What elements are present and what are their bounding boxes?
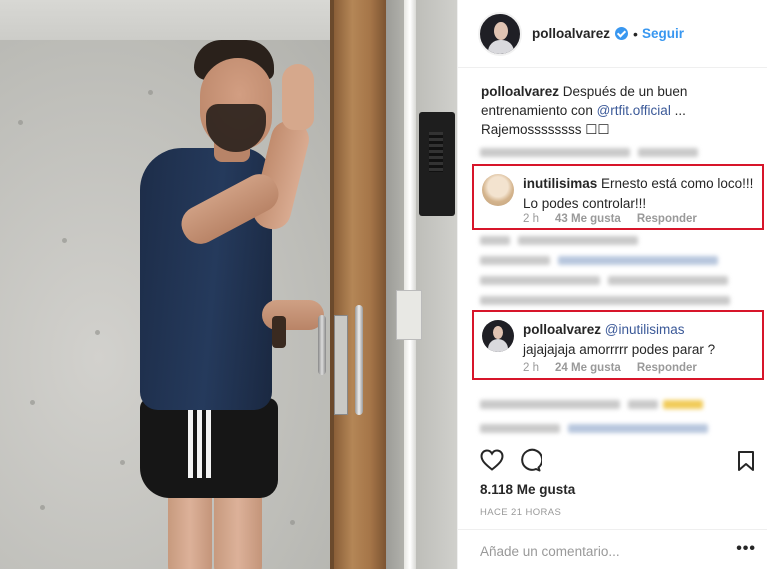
post-timestamp[interactable]: HACE 21 HORAS [480,507,561,518]
post-caption: polloalvarez Después de un buen entrenam… [481,82,756,139]
blurred-comment [663,400,703,409]
reply-button[interactable]: Responder [637,362,697,374]
photo-right-wall [386,0,457,569]
photo-person [0,0,340,569]
more-options-icon[interactable]: ••• [736,540,756,558]
reply-avatar-body [488,339,508,352]
reply-body: jajajajaja amorrrrr podes parar ? [523,342,716,357]
comment-bubble-icon[interactable] [518,448,544,477]
photo-intercom [419,112,455,216]
reply-avatar[interactable] [482,320,514,352]
caption-mention[interactable]: @rtfit.official [597,103,671,118]
reply-username[interactable]: polloalvarez [523,322,601,337]
caption-username[interactable]: polloalvarez [481,84,559,99]
photo-door [334,0,386,569]
reply-age: 2 h [523,362,539,374]
highlighted-reply: polloalvarez @inutilisimas jajajajaja am… [472,310,764,380]
avatar-face [494,21,508,40]
photo-shorts-stripe [188,408,193,478]
blurred-comment [518,236,638,245]
photo-shorts-stripe [197,408,202,478]
photo-bracelet [272,316,286,348]
comment-likes[interactable]: 43 Me gusta [555,213,621,225]
reply-avatar-face [493,326,503,339]
reply-text: polloalvarez @inutilisimas jajajajaja am… [523,320,761,360]
follow-button[interactable]: Seguir [642,26,684,41]
avatar-body [488,39,514,54]
post-likes-count[interactable]: 8.118 Me gusta [480,482,575,497]
bookmark-icon[interactable] [737,450,755,477]
reply-likes[interactable]: 24 Me gusta [555,362,621,374]
highlighted-comment: inutilisimas Ernesto está como loco!!! L… [472,164,764,230]
blurred-comment [480,400,620,409]
post-header: polloalvarez • Seguir [458,0,767,68]
blurred-comment [480,296,730,305]
reply-mention[interactable]: @inutilisimas [605,322,685,337]
blurred-comment [558,256,718,265]
blurred-comment [608,276,728,285]
comment-avatar[interactable] [482,174,514,206]
blurred-comment [480,148,630,157]
photo-switch [396,290,422,340]
add-comment-bar: Añade un comentario... ••• [458,529,767,569]
photo-pipe [404,0,416,569]
post-photo[interactable] [0,0,457,569]
blurred-comment [628,400,658,409]
author-username[interactable]: polloalvarez [532,26,610,41]
blurred-comment [638,148,698,157]
caption-line2: Rajemossssssss ☐☐ [481,122,610,137]
photo-door-handle-grip [318,315,326,375]
author-avatar[interactable] [478,11,522,56]
heart-icon[interactable] [480,449,504,476]
blurred-comment [480,424,560,433]
comment-username[interactable]: inutilisimas [523,176,597,191]
header-dot-separator: • [633,25,638,42]
blurred-comment [568,424,708,433]
add-comment-input[interactable]: Añade un comentario... [480,544,620,559]
photo-door-handle [355,305,363,415]
caption-ellipsis[interactable]: ... [675,103,686,118]
post-actions [480,448,544,477]
blurred-comment [480,236,510,245]
photo-shorts-stripe [206,408,211,478]
comment-meta: 2 h 43 Me gusta Responder [523,213,697,225]
photo-raised-hand [282,64,314,130]
comment-age: 2 h [523,213,539,225]
reply-meta: 2 h 24 Me gusta Responder [523,362,697,374]
verified-badge-icon [615,27,629,40]
blurred-comment [480,256,550,265]
blurred-comment [480,276,600,285]
reply-button[interactable]: Responder [637,213,697,225]
post-side-panel: polloalvarez • Seguir polloalvarez Despu… [457,0,767,569]
comment-text: inutilisimas Ernesto está como loco!!! L… [523,174,761,214]
